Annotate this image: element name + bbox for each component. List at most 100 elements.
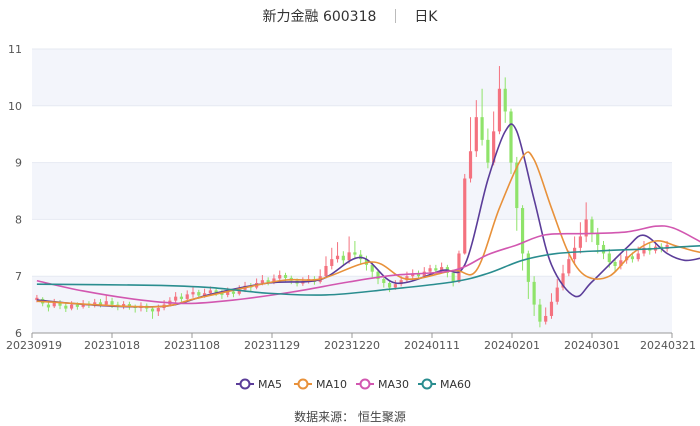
candle-body (578, 236, 582, 248)
legend-item-ma30[interactable]: MA30 (356, 378, 409, 391)
candle-body (156, 308, 160, 312)
candle-body (174, 296, 178, 301)
candle-body (260, 280, 264, 284)
legend-label: MA60 (440, 378, 471, 391)
x-tick-label: 20240321 (640, 339, 696, 352)
x-axis: 20230919 20231018 20231108 20231129 20231220… (6, 333, 696, 352)
candle-body (179, 296, 184, 299)
plot-band (32, 162, 672, 220)
candle (353, 240, 357, 260)
plot-bands (32, 49, 672, 333)
candle (486, 128, 490, 169)
candle-body (387, 283, 392, 288)
legend: MA5 MA10 MA30 MA60 (236, 378, 471, 391)
legend-item-ma10[interactable]: MA10 (294, 378, 347, 391)
legend-item-ma60[interactable]: MA60 (418, 378, 471, 391)
legend-label: MA5 (258, 378, 282, 391)
candle-body (104, 301, 108, 305)
y-tick-label: 10 (8, 100, 22, 113)
candlestick-chart: 67891011 20230919 20231018 20231108 2023112… (6, 43, 700, 391)
legend-marker (297, 378, 309, 390)
legend-item-ma5[interactable]: MA5 (236, 378, 282, 391)
candle-body (607, 253, 611, 262)
candle-body (601, 244, 606, 254)
candle (474, 100, 478, 157)
candle-body (208, 290, 212, 294)
candle (596, 227, 600, 254)
candle-body (434, 268, 438, 271)
candle-body (463, 178, 467, 254)
candle-body (503, 88, 507, 112)
y-tick-label: 11 (8, 43, 22, 56)
candle-body (590, 219, 594, 234)
candle (324, 256, 328, 279)
candle-body (69, 304, 74, 309)
candle-body (278, 275, 282, 279)
candle-body (636, 253, 640, 260)
candle-body (347, 252, 351, 261)
candle (578, 222, 582, 254)
x-tick-label: 20240201 (484, 339, 540, 352)
candle-body (335, 255, 340, 260)
y-tick-label: 7 (15, 270, 22, 283)
candle-body (538, 304, 542, 322)
candle (463, 173, 467, 255)
x-tick-label: 20240111 (404, 339, 460, 352)
candle-body (191, 292, 195, 295)
candle-body (630, 256, 635, 260)
chart-stage: 新力金融 600318 日K 6 7 8 9 10 11 20230919 20231018… (0, 0, 700, 426)
candle-body (497, 88, 502, 132)
x-tick-label: 20231220 (324, 339, 380, 352)
candle-body (75, 304, 79, 307)
candle-body (393, 284, 397, 288)
candle-body (486, 139, 490, 163)
candle-body (353, 252, 357, 255)
candle-body (613, 262, 617, 266)
candle (335, 242, 340, 263)
candle-body (549, 301, 554, 316)
candle-body (520, 208, 525, 254)
candle (330, 247, 334, 270)
candle-body (283, 275, 288, 278)
data-source: 数据来源： 恒生聚源 (294, 410, 406, 424)
x-tick-label: 20231108 (164, 339, 220, 352)
candle (318, 269, 322, 284)
candle (468, 117, 473, 183)
candle-body (341, 255, 345, 261)
legend-marker (421, 378, 433, 390)
candle-body (573, 247, 577, 260)
plot-band (32, 49, 672, 106)
candle-body (555, 287, 559, 302)
legend-marker (359, 378, 371, 390)
x-tick-label: 20240301 (564, 339, 620, 352)
candle-body (544, 315, 548, 322)
y-tick-label: 9 (15, 157, 22, 170)
candle-body (532, 281, 536, 305)
candle-body (474, 117, 478, 152)
candle (341, 251, 345, 265)
candle-body (509, 111, 513, 163)
x-tick-label: 20231129 (244, 339, 300, 352)
x-tick-label: 20230919 (6, 339, 62, 352)
legend-marker (239, 378, 251, 390)
candle-body (324, 265, 328, 277)
x-tick-label: 20231018 (84, 339, 140, 352)
candle-body (468, 151, 473, 179)
candle-body (596, 233, 600, 245)
candle (347, 236, 351, 264)
candle-body (451, 272, 455, 282)
candle-body (567, 259, 571, 274)
candle-body (330, 259, 334, 266)
legend-label: MA10 (316, 378, 347, 391)
candle-body (382, 279, 386, 284)
y-tick-label: 8 (15, 213, 22, 226)
candle-body (64, 305, 68, 309)
candle-body (46, 304, 51, 308)
legend-label: MA30 (378, 378, 409, 391)
candle (457, 250, 461, 284)
candle-body (150, 308, 155, 312)
candle-body (480, 117, 484, 140)
candle-body (110, 301, 114, 305)
candle (590, 216, 594, 243)
candle-body (428, 268, 432, 272)
